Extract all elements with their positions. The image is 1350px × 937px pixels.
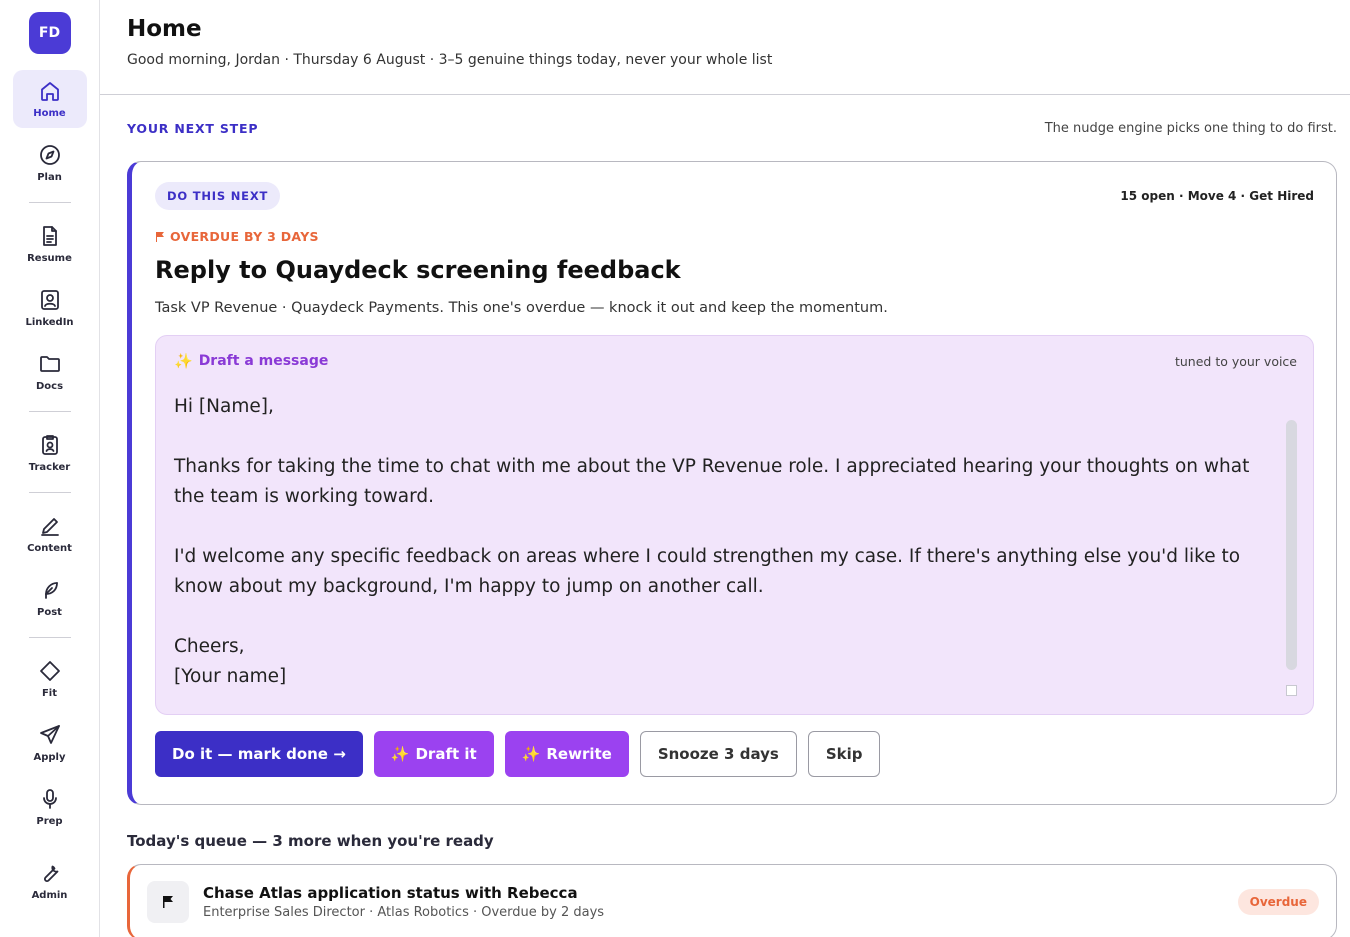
sidebar-divider: [28, 492, 71, 493]
draft-line: Hi [Name],: [174, 396, 274, 417]
sidebar-item-plan[interactable]: Plan: [13, 134, 87, 192]
draft-line: [Your name]: [174, 666, 287, 687]
overdue-label: OVERDUE BY 3 DAYS: [170, 229, 319, 244]
sidebar-item-label: Plan: [37, 172, 62, 183]
microphone-icon: [42, 789, 57, 809]
draft-title-label: Draft a message: [198, 353, 329, 369]
flag-icon: [163, 896, 173, 908]
sidebar-item-apply[interactable]: Apply: [13, 714, 87, 772]
draft-line: Thanks for taking the time to chat with …: [174, 456, 1250, 507]
queue-item-icon: [147, 881, 189, 923]
sidebar-item-home[interactable]: Home: [12, 70, 87, 128]
feather-icon: [44, 582, 58, 599]
page-title: Home: [127, 16, 202, 42]
card-meta: 15 open · Move 4 · Get Hired: [1120, 189, 1314, 203]
send-icon: [39, 725, 60, 744]
queue-item-subtitle: Enterprise Sales Director · Atlas Roboti…: [203, 905, 605, 920]
wrench-icon: [43, 865, 58, 882]
sidebar-item-label: Home: [33, 108, 66, 119]
queue-title: Today's queue — 3 more when you're ready: [127, 832, 494, 850]
folder-icon: [39, 356, 60, 372]
sidebar-divider: [28, 202, 71, 203]
avatar[interactable]: FD: [28, 12, 71, 54]
compass-icon: [39, 145, 60, 165]
sidebar-item-tracker[interactable]: Tracker: [13, 424, 87, 482]
sidebar-item-label: Resume: [27, 253, 72, 264]
draft-header: ✨ Draft a message tuned to your voice: [174, 352, 1297, 370]
sparkle-icon: ✨: [521, 745, 541, 763]
sparkle-icon: ✨: [174, 352, 193, 370]
sidebar-item-label: Post: [37, 607, 62, 618]
queue-item[interactable]: Chase Atlas application status with Rebe…: [127, 864, 1337, 937]
diamond-icon: [39, 661, 60, 681]
sidebar: FD Home Plan Resume LinkedIn Docs Tracke…: [0, 0, 100, 937]
sparkle-icon: ✨: [390, 745, 410, 763]
content-area: YOUR NEXT STEP The nudge engine picks on…: [100, 95, 1350, 937]
clipboard-user-icon: [41, 435, 58, 455]
card-top-row: DO THIS NEXT 15 open · Move 4 · Get Hire…: [155, 182, 1314, 210]
next-step-header: YOUR NEXT STEP The nudge engine picks on…: [127, 95, 1337, 161]
draft-line: Cheers,: [174, 636, 245, 657]
sidebar-divider: [28, 637, 71, 638]
sidebar-item-content[interactable]: Content: [13, 505, 87, 563]
sidebar-item-fit[interactable]: Fit: [13, 650, 87, 708]
sidebar-item-label: Apply: [33, 752, 66, 763]
action-bar: Do it — mark done → ✨ Draft it ✨ Rewrite…: [155, 731, 1314, 777]
snooze-button[interactable]: Snooze 3 days: [639, 731, 797, 777]
section-label: YOUR NEXT STEP: [127, 120, 259, 136]
sidebar-item-linkedin[interactable]: LinkedIn: [13, 279, 87, 337]
sidebar-item-admin[interactable]: Admin: [13, 852, 87, 910]
sidebar-item-label: Tracker: [28, 462, 71, 473]
do-this-next-badge: DO THIS NEXT: [155, 182, 281, 210]
sidebar-item-label: Fit: [41, 688, 58, 699]
app-root: FD Home Plan Resume LinkedIn Docs Tracke…: [0, 0, 1350, 937]
next-step-card: DO THIS NEXT 15 open · Move 4 · Get Hire…: [127, 161, 1337, 805]
sidebar-item-label: Prep: [36, 816, 63, 827]
sidebar-item-label: Docs: [35, 381, 64, 392]
sidebar-item-label: Content: [27, 543, 72, 554]
draft-line: [174, 602, 1282, 632]
draft-textarea[interactable]: Hi [Name], Thanks for taking the time to…: [174, 392, 1282, 692]
page-subtitle: Good morning, Jordan · Thursday 6 August…: [127, 52, 773, 68]
sidebar-item-prep[interactable]: Prep: [13, 778, 87, 836]
task-title: Reply to Quaydeck screening feedback: [155, 256, 681, 284]
rewrite-button[interactable]: ✨ Rewrite: [504, 731, 629, 777]
draft-line: [174, 422, 1282, 452]
sidebar-item-label: LinkedIn: [25, 317, 74, 328]
resize-handle-icon[interactable]: [1286, 685, 1297, 696]
draft-it-label: Draft it: [415, 745, 477, 763]
sidebar-item-post[interactable]: Post: [13, 569, 87, 627]
rewrite-label: Rewrite: [546, 745, 612, 763]
draft-message-box[interactable]: ✨ Draft a message tuned to your voice Hi…: [155, 335, 1314, 715]
section-note: The nudge engine picks one thing to do f…: [1044, 120, 1337, 136]
task-description: Task VP Revenue · Quaydeck Payments. Thi…: [155, 300, 888, 316]
queue-item-text: Chase Atlas application status with Rebe…: [203, 884, 1238, 920]
mark-done-button[interactable]: Do it — mark done →: [155, 731, 363, 777]
draft-title: ✨ Draft a message: [174, 352, 328, 370]
sidebar-item-docs[interactable]: Docs: [13, 343, 87, 401]
pencil-icon: [40, 518, 59, 536]
draft-it-button[interactable]: ✨ Draft it: [373, 731, 494, 777]
skip-button[interactable]: Skip: [807, 731, 881, 777]
sidebar-item-resume[interactable]: Resume: [13, 215, 87, 273]
overdue-indicator: OVERDUE BY 3 DAYS: [155, 229, 1314, 244]
sidebar-item-label: Admin: [31, 890, 68, 901]
draft-line: I'd welcome any specific feedback on are…: [174, 546, 1241, 597]
draft-line: [174, 512, 1282, 542]
status-badge: Overdue: [1237, 889, 1319, 915]
sidebar-divider: [28, 411, 71, 412]
flag-icon: [156, 231, 164, 242]
queue-item-name: Chase Atlas application status with Rebe…: [203, 884, 578, 902]
contact-card-icon: [40, 290, 59, 310]
draft-scrollbar[interactable]: [1286, 420, 1297, 670]
main-content: Home Good morning, Jordan · Thursday 6 A…: [100, 0, 1350, 937]
page-header: Home Good morning, Jordan · Thursday 6 A…: [100, 0, 1350, 95]
document-icon: [42, 226, 57, 246]
home-icon: [40, 82, 59, 101]
draft-note: tuned to your voice: [1174, 353, 1297, 369]
